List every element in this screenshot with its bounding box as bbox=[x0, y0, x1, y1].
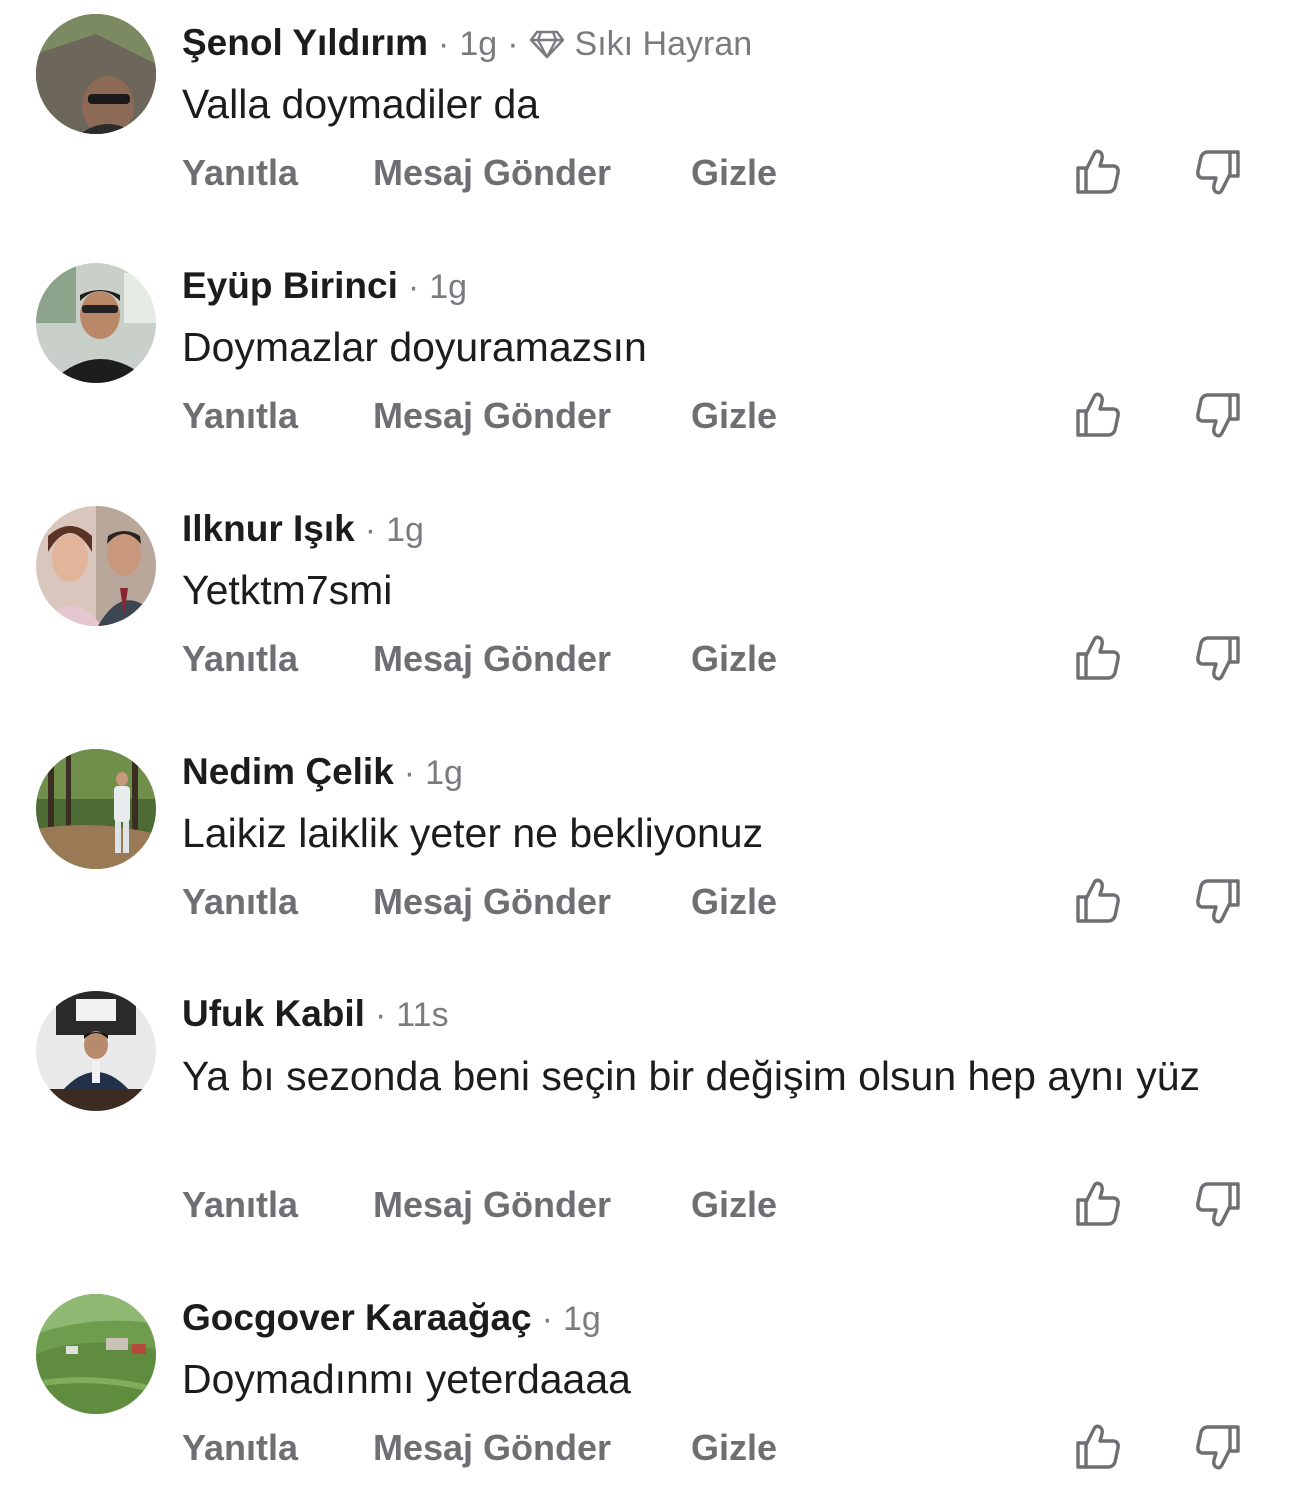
comment-text: Laikiz laiklik yeter ne bekliyonuz bbox=[182, 810, 764, 856]
avatar[interactable] bbox=[36, 749, 156, 869]
comment-time: 1g bbox=[459, 25, 498, 63]
comment-text: Valla doymadiler da bbox=[182, 81, 540, 127]
thumbs-down-icon[interactable] bbox=[1192, 1178, 1244, 1230]
comment-time: 1g bbox=[386, 511, 424, 549]
reply-button[interactable]: Yanıtla bbox=[182, 395, 298, 437]
comment-author[interactable]: Şenol Yıldırım bbox=[182, 22, 428, 64]
reply-button[interactable]: Yanıtla bbox=[182, 881, 298, 923]
avatar[interactable] bbox=[36, 506, 156, 626]
thumbs-up-icon[interactable] bbox=[1072, 1178, 1124, 1230]
comment-author[interactable]: Ilknur Işık bbox=[182, 508, 355, 550]
thumbs-up-icon[interactable] bbox=[1072, 146, 1124, 198]
comment-author[interactable]: Nedim Çelik bbox=[182, 751, 394, 793]
reply-button[interactable]: Yanıtla bbox=[182, 152, 298, 194]
comment-text: Ya bı sezonda beni seçin bir değişim ols… bbox=[182, 1053, 1201, 1099]
hide-button[interactable]: Gizle bbox=[691, 395, 777, 437]
comment-time: 1g bbox=[562, 1300, 601, 1338]
hide-button[interactable]: Gizle bbox=[691, 1184, 777, 1226]
meta-separator: · bbox=[438, 25, 450, 63]
thumbs-down-icon[interactable] bbox=[1192, 632, 1244, 684]
reply-button[interactable]: Yanıtla bbox=[182, 1427, 298, 1469]
send-message-button[interactable]: Mesaj Gönder bbox=[373, 152, 611, 194]
comment-time: 11s bbox=[396, 996, 449, 1034]
meta-separator: · bbox=[507, 25, 519, 63]
thumbs-up-icon[interactable] bbox=[1072, 875, 1124, 927]
reply-button[interactable]: Yanıtla bbox=[182, 1184, 298, 1226]
avatar[interactable] bbox=[36, 991, 156, 1111]
avatar[interactable] bbox=[36, 14, 156, 134]
send-message-button[interactable]: Mesaj Gönder bbox=[373, 395, 611, 437]
comment-time: 1g bbox=[425, 754, 463, 792]
thumbs-up-icon[interactable] bbox=[1072, 1421, 1124, 1473]
meta-separator: · bbox=[403, 754, 416, 792]
thumbs-down-icon[interactable] bbox=[1192, 1421, 1244, 1473]
thumbs-down-icon[interactable] bbox=[1192, 875, 1244, 927]
send-message-button[interactable]: Mesaj Gönder bbox=[373, 1427, 611, 1469]
reply-button[interactable]: Yanıtla bbox=[182, 638, 298, 680]
meta-separator: · bbox=[541, 1300, 553, 1338]
hide-button[interactable]: Gizle bbox=[691, 1427, 777, 1469]
thumbs-down-icon[interactable] bbox=[1192, 146, 1244, 198]
fan-badge: Sıkı Hayran bbox=[574, 25, 753, 63]
meta-separator: · bbox=[364, 511, 377, 549]
thumbs-up-icon[interactable] bbox=[1072, 389, 1124, 441]
comment-author[interactable]: Ufuk Kabil bbox=[182, 993, 365, 1035]
comment-time: 1g bbox=[429, 268, 468, 306]
meta-separator: · bbox=[407, 268, 420, 306]
meta-separator: · bbox=[374, 996, 387, 1034]
comment-text: Doymazlar doyuramazsın bbox=[182, 324, 647, 370]
avatar[interactable] bbox=[36, 1294, 156, 1414]
comment-text: Doymadınmı yeterdaaaa bbox=[182, 1356, 631, 1402]
send-message-button[interactable]: Mesaj Gönder bbox=[373, 881, 611, 923]
comment-text: Yetktm7smi bbox=[182, 567, 393, 613]
thumbs-down-icon[interactable] bbox=[1192, 389, 1244, 441]
diamond-icon bbox=[529, 29, 565, 59]
send-message-button[interactable]: Mesaj Gönder bbox=[373, 638, 611, 680]
comment-author[interactable]: Eyüp Birinci bbox=[182, 265, 398, 307]
hide-button[interactable]: Gizle bbox=[691, 152, 777, 194]
hide-button[interactable]: Gizle bbox=[691, 638, 777, 680]
hide-button[interactable]: Gizle bbox=[691, 881, 777, 923]
thumbs-up-icon[interactable] bbox=[1072, 632, 1124, 684]
send-message-button[interactable]: Mesaj Gönder bbox=[373, 1184, 611, 1226]
comment-author[interactable]: Gocgover Karaağaç bbox=[182, 1297, 532, 1339]
avatar[interactable] bbox=[36, 263, 156, 383]
